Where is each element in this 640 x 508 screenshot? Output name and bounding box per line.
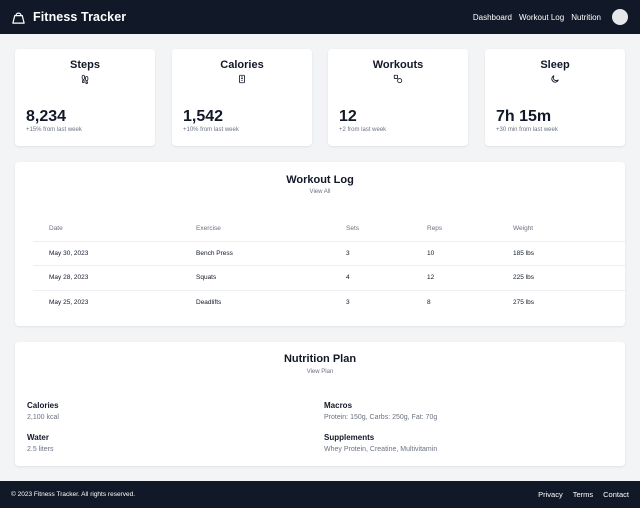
stat-change: +2 from last week bbox=[339, 127, 387, 133]
stat-title: Steps bbox=[70, 59, 100, 71]
app-title: Fitness Tracker bbox=[33, 10, 127, 24]
stat-change: +10% from last week bbox=[183, 127, 239, 133]
footer: © 2023 Fitness Tracker. All rights reser… bbox=[0, 481, 640, 508]
table-row: May 25, 2023 Deadlifts 3 8 275 lbs bbox=[33, 289, 627, 315]
table-cell: Deadlifts bbox=[196, 289, 346, 315]
table-cell: 185 lbs bbox=[513, 240, 627, 266]
table-cell: May 25, 2023 bbox=[33, 289, 196, 315]
brand[interactable]: Fitness Tracker bbox=[11, 10, 126, 25]
table-cell: 3 bbox=[346, 240, 427, 266]
nav-nutrition[interactable]: Nutrition bbox=[571, 13, 601, 22]
avatar[interactable] bbox=[612, 9, 628, 25]
nutrition-label-supplements: Supplements bbox=[324, 433, 375, 442]
view-all-link[interactable]: View All bbox=[15, 189, 625, 195]
stat-card-steps: Steps 8,234 +15% from last week bbox=[15, 49, 155, 146]
column-header: Date bbox=[49, 225, 63, 233]
stat-value: 7h 15m bbox=[496, 108, 552, 125]
column-header: Weight bbox=[513, 225, 534, 233]
table-cell: 3 bbox=[346, 289, 427, 315]
phone-icon bbox=[239, 74, 245, 84]
footer-link-privacy[interactable]: Privacy bbox=[538, 490, 563, 499]
table-cell: May 28, 2023 bbox=[33, 265, 196, 290]
nav-dashboard[interactable]: Dashboard bbox=[473, 13, 512, 22]
table-header-row: Date Exercise Sets Reps Weight bbox=[33, 217, 627, 241]
table-cell: 225 lbs bbox=[513, 265, 627, 290]
nutrition-plan-card: Nutrition Plan View Plan Calories 2,100 … bbox=[15, 342, 625, 466]
footer-link-terms[interactable]: Terms bbox=[573, 490, 593, 499]
table-cell: Bench Press bbox=[196, 240, 346, 266]
table-cell: 10 bbox=[427, 240, 513, 266]
section-title: Nutrition Plan bbox=[283, 353, 357, 365]
footer-links: Privacy Terms Contact bbox=[538, 490, 629, 499]
main-nav: Dashboard Workout Log Nutrition bbox=[473, 9, 628, 25]
stat-value: 8,234 bbox=[26, 108, 67, 125]
stat-title: Sleep bbox=[540, 59, 570, 71]
table-cell: May 30, 2023 bbox=[33, 240, 196, 266]
view-plan-link[interactable]: View Plan bbox=[15, 369, 625, 375]
table-row: May 28, 2023 Squats 4 12 225 lbs bbox=[33, 265, 627, 290]
nutrition-value-calories: 2,100 kcal bbox=[27, 414, 59, 421]
stat-value: 12 bbox=[339, 108, 357, 125]
column-header: Exercise bbox=[196, 225, 221, 233]
column-header: Sets bbox=[346, 225, 360, 233]
nav-workout-log[interactable]: Workout Log bbox=[519, 13, 564, 22]
stat-title: Calories bbox=[220, 59, 264, 71]
footprints-icon bbox=[81, 74, 89, 84]
stat-card-calories: Calories 1,542 +10% from last week bbox=[172, 49, 312, 146]
nutrition-label-calories: Calories bbox=[27, 401, 59, 410]
nutrition-label-water: Water bbox=[27, 433, 49, 442]
footer-link-contact[interactable]: Contact bbox=[603, 490, 629, 499]
kettlebell-icon bbox=[12, 12, 25, 24]
stat-change: +30 min from last week bbox=[496, 127, 558, 133]
copyright-text: © 2023 Fitness Tracker. All rights reser… bbox=[11, 491, 136, 498]
table-cell: 4 bbox=[346, 265, 427, 290]
nutrition-label-macros: Macros bbox=[324, 401, 353, 410]
table-cell: 275 lbs bbox=[513, 289, 627, 315]
stat-title: Workouts bbox=[372, 59, 424, 71]
stat-change: +15% from last week bbox=[26, 127, 82, 133]
shapes-icon bbox=[393, 74, 403, 84]
stat-card-workouts: Workouts 12 +2 from last week bbox=[328, 49, 468, 146]
stat-value: 1,542 bbox=[183, 108, 224, 125]
column-header: Reps bbox=[427, 225, 443, 233]
nutrition-value-water: 2.5 liters bbox=[27, 446, 54, 453]
stat-card-sleep: Sleep 7h 15m +30 min from last week bbox=[485, 49, 625, 146]
moon-icon bbox=[551, 75, 559, 83]
table-row: May 30, 2023 Bench Press 3 10 185 lbs bbox=[33, 240, 627, 266]
top-nav-bar: Fitness Tracker Dashboard Workout Log Nu… bbox=[0, 0, 640, 34]
nutrition-value-supplements: Whey Protein, Creatine, Multivitamin bbox=[324, 446, 438, 453]
table-cell: Squats bbox=[196, 265, 346, 290]
workout-log-card: Workout Log View All Date Exercise Sets … bbox=[15, 162, 627, 326]
workout-table: Date Exercise Sets Reps Weight May 30, 2… bbox=[33, 217, 627, 315]
section-title: Workout Log bbox=[286, 174, 354, 186]
table-cell: 8 bbox=[427, 289, 513, 315]
nutrition-value-macros: Protein: 150g, Carbs: 250g, Fat: 70g bbox=[324, 414, 438, 421]
table-cell: 12 bbox=[427, 265, 513, 290]
